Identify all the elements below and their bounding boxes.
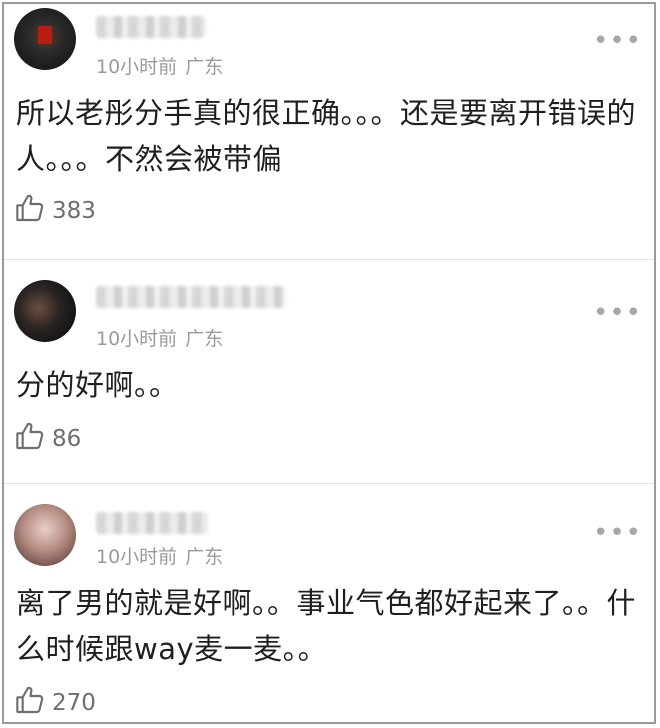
like-button[interactable]: 383 — [14, 192, 96, 230]
comment-meta: 10小时前 广东 — [96, 52, 223, 79]
username-blurred[interactable] — [96, 286, 286, 308]
comment-text: 离了男的就是好啊。。事业气色都好起来了。。什么时候跟way麦一麦。。 — [16, 586, 637, 666]
thumbs-up-icon — [14, 420, 46, 458]
comment-text: 所以老彤分手真的很正确。。。还是要离开错误的人。。。不然会被带偏 — [16, 96, 637, 176]
more-dots-icon[interactable]: ••• — [593, 300, 642, 326]
like-button[interactable]: 270 — [14, 684, 96, 722]
comment-time: 10小时前 — [96, 328, 178, 350]
comment-location: 广东 — [185, 328, 224, 350]
avatar[interactable] — [14, 280, 76, 342]
comment-meta: 10小时前 广东 — [96, 324, 223, 351]
like-count: 383 — [52, 198, 96, 224]
comment-item: 10小时前 广东 ••• 所以老彤分手真的很正确。。。还是要离开错误的人。。。不然… — [4, 4, 654, 260]
comment-location: 广东 — [185, 546, 224, 568]
like-count: 270 — [52, 690, 96, 716]
comment-meta: 10小时前 广东 — [96, 542, 223, 569]
like-button[interactable]: 86 — [14, 420, 81, 458]
comment-time: 10小时前 — [96, 56, 178, 78]
comment-location: 广东 — [185, 56, 224, 78]
more-dots-icon[interactable]: ••• — [593, 520, 642, 546]
username-blurred[interactable] — [96, 16, 206, 38]
username-blurred[interactable] — [96, 512, 208, 534]
avatar[interactable] — [14, 8, 76, 70]
comment-item: 10小时前 广东 ••• 分的好啊。。 86 — [4, 260, 654, 484]
more-dots-icon[interactable]: ••• — [593, 28, 642, 54]
comment-time: 10小时前 — [96, 546, 178, 568]
comments-panel: 10小时前 广东 ••• 所以老彤分手真的很正确。。。还是要离开错误的人。。。不然… — [2, 2, 656, 724]
like-count: 86 — [52, 426, 82, 452]
thumbs-up-icon — [14, 192, 46, 230]
comment-item: 10小时前 广东 ••• 离了男的就是好啊。。事业气色都好起来了。。什么时候跟wa… — [4, 484, 654, 726]
comment-text: 分的好啊。。 — [16, 368, 179, 402]
thumbs-up-icon — [14, 684, 46, 722]
avatar[interactable] — [14, 504, 76, 566]
